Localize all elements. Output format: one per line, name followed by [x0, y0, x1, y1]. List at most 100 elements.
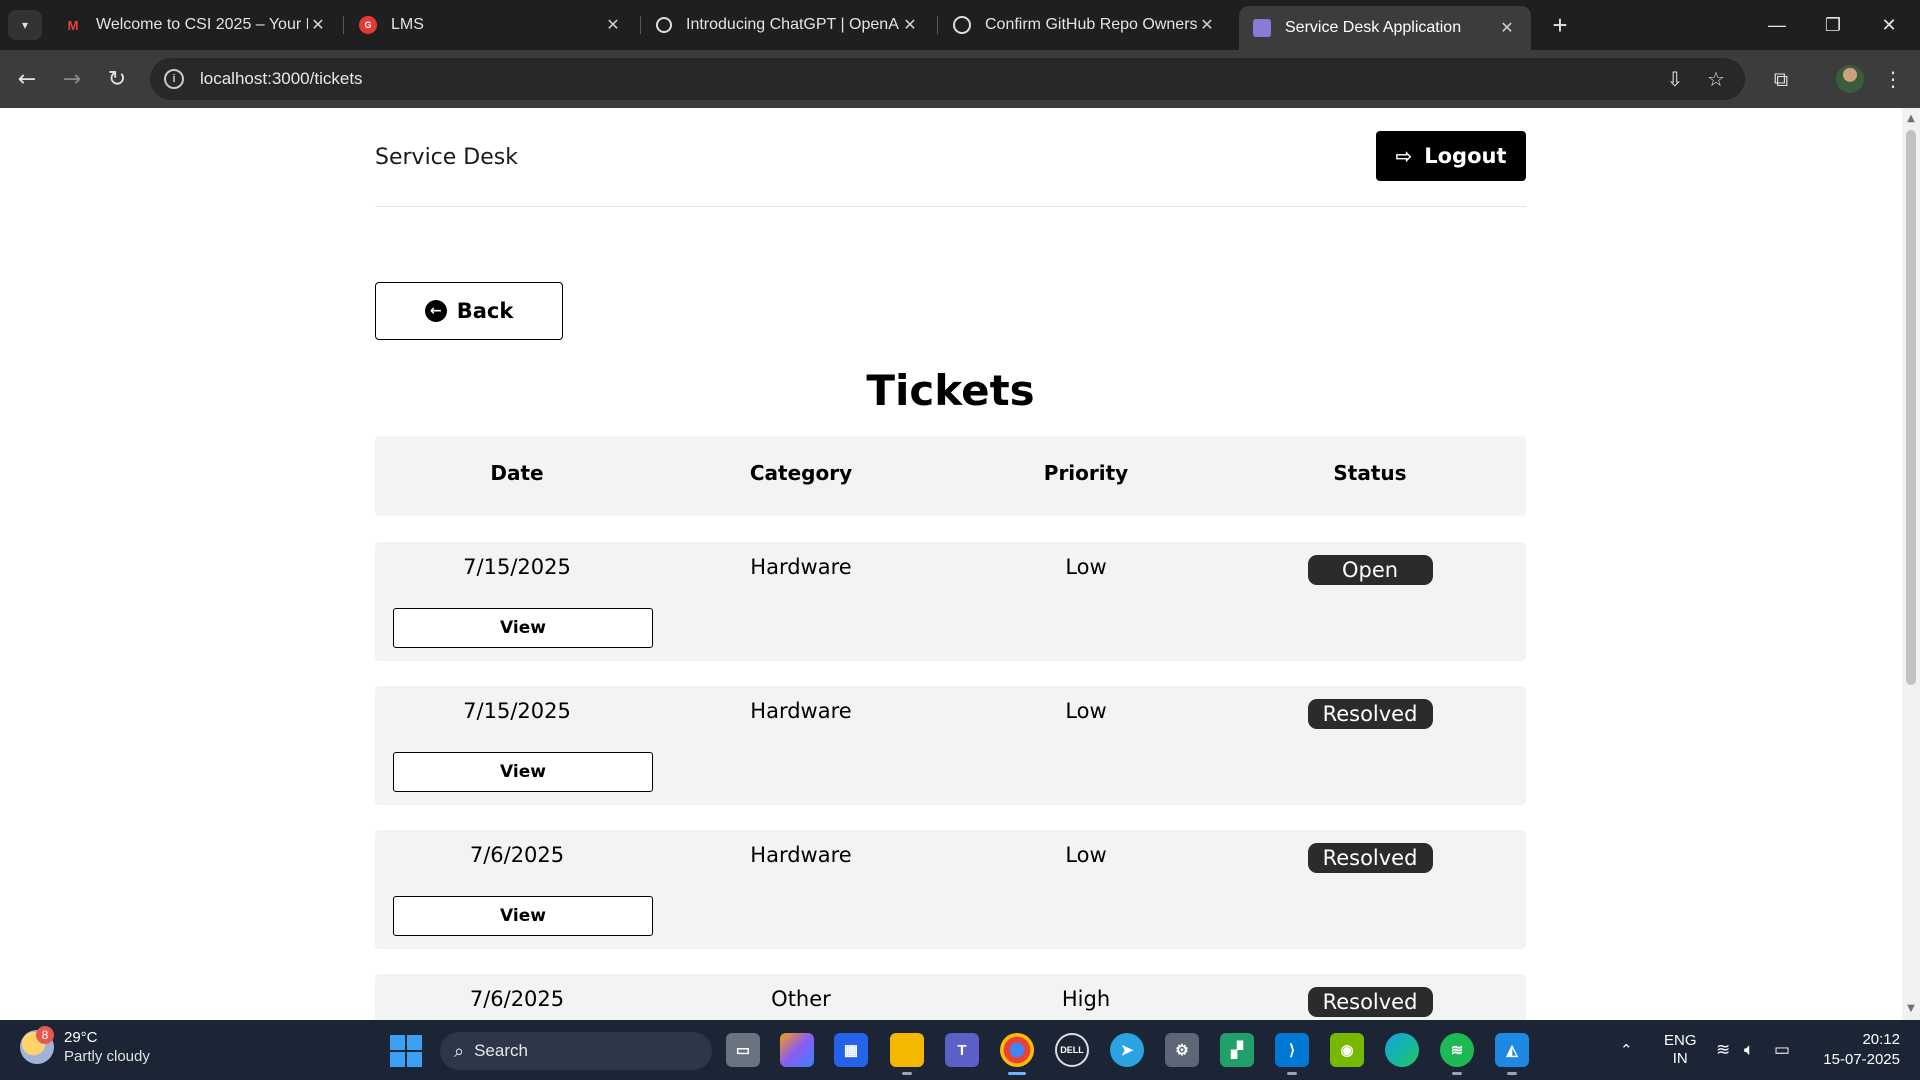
close-icon[interactable]: ✕ [900, 15, 920, 35]
profile-avatar[interactable] [1836, 65, 1864, 93]
system-clock[interactable]: 20:12 15-07-2025 [1800, 1030, 1900, 1070]
page-viewport: Service Desk ⇨ Logout ← Back Tickets Dat… [0, 108, 1902, 1020]
close-icon[interactable]: ✕ [1197, 15, 1217, 35]
file-explorer-icon[interactable] [890, 1033, 924, 1075]
ticket-row: 7/15/2025 Hardware Low Resolved View [375, 686, 1526, 805]
forward-arrow-icon[interactable]: → [55, 62, 89, 96]
column-header-date: Date [490, 461, 544, 485]
spotify-icon[interactable]: ≋ [1440, 1033, 1474, 1075]
tab-service-desk[interactable]: Service Desk Application ✕ [1239, 6, 1531, 50]
lms-icon: G [359, 16, 377, 34]
browser-toolbar: ← → ↻ i localhost:3000/tickets ⇩ ☆ ⧉ ⋮ [0, 50, 1920, 108]
tab-title: Welcome to CSI 2025 – Your LMS [96, 16, 308, 33]
scrollbar-thumb[interactable] [1906, 130, 1916, 685]
telegram-icon[interactable]: ➤ [1110, 1033, 1144, 1067]
view-ticket-button[interactable]: View [393, 896, 653, 936]
spreadsheet-app-icon[interactable]: ▞ [1220, 1033, 1254, 1067]
wifi-icon[interactable]: ≋ [1716, 1020, 1730, 1080]
restore-button[interactable]: ❐ [1810, 8, 1856, 42]
logout-icon: ⇨ [1395, 144, 1413, 168]
ticket-priority: Low [1065, 555, 1107, 579]
back-arrow-icon[interactable]: ← [10, 62, 44, 96]
close-icon[interactable]: ✕ [1497, 18, 1517, 38]
browser-tab-strip: ▾ M Welcome to CSI 2025 – Your LMS ✕ G L… [0, 0, 1920, 50]
tab-openai[interactable]: Introducing ChatGPT | OpenAI ✕ [642, 6, 934, 44]
clock-date: 15-07-2025 [1823, 1051, 1900, 1068]
gmail-icon: M [67, 17, 79, 33]
teams-icon[interactable]: T [945, 1033, 979, 1067]
search-icon: ⌕ [454, 1040, 465, 1061]
weather-widget[interactable]: 8 29°C Partly cloudy [20, 1026, 150, 1066]
tab-title: LMS [391, 16, 424, 33]
nvidia-icon[interactable]: ◉ [1330, 1033, 1364, 1067]
ticket-priority: Low [1065, 699, 1107, 723]
column-header-status: Status [1333, 461, 1407, 485]
input-language[interactable]: ENG IN [1664, 1020, 1697, 1080]
page-scrollbar[interactable]: ▲ ▼ [1902, 108, 1920, 1020]
vscode-icon[interactable]: ⟩ [1275, 1033, 1309, 1075]
settings-gear-icon[interactable]: ⚙ [1165, 1033, 1199, 1067]
bookmark-star-icon[interactable]: ☆ [1703, 66, 1729, 92]
dell-icon[interactable]: DELL [1055, 1033, 1089, 1067]
scroll-up-arrow-icon[interactable]: ▲ [1906, 114, 1916, 124]
weather-condition: Partly cloudy [64, 1048, 150, 1065]
copilot-icon[interactable] [780, 1033, 814, 1067]
openai-icon [656, 17, 672, 33]
ticket-category: Other [771, 987, 831, 1011]
tab-github[interactable]: Confirm GitHub Repo Ownership ✕ [939, 6, 1231, 44]
taskbar-search[interactable]: ⌕ Search [440, 1032, 712, 1070]
url-text: localhost:3000/tickets [200, 69, 363, 88]
tab-lms[interactable]: G LMS ✕ [345, 6, 637, 44]
ticket-row: 7/15/2025 Hardware Low Open View [375, 542, 1526, 661]
status-badge: Resolved [1307, 699, 1433, 729]
microsoft-store-icon[interactable]: ▦ [834, 1033, 868, 1067]
tab-search-button[interactable]: ▾ [8, 10, 42, 40]
install-app-icon[interactable]: ⇩ [1662, 66, 1688, 92]
language-code: ENG [1664, 1032, 1697, 1049]
show-hidden-icons-chevron-icon[interactable]: ⌃ [1620, 1020, 1633, 1080]
column-header-category: Category [749, 461, 853, 485]
battery-icon[interactable]: ▭ [1774, 1020, 1790, 1080]
tab-title: Confirm GitHub Repo Ownership [985, 16, 1197, 33]
volume-icon[interactable]: 🔈︎ [1744, 1020, 1754, 1080]
windows-taskbar: 8 29°C Partly cloudy ⌕ Search ▭ ▦ T DELL… [0, 1020, 1920, 1080]
view-ticket-button[interactable]: View [393, 608, 653, 648]
tab-title: Introducing ChatGPT | OpenAI [686, 16, 900, 33]
address-bar[interactable]: i localhost:3000/tickets ⇩ ☆ [150, 58, 1745, 100]
github-icon [953, 16, 971, 34]
close-window-button[interactable]: ✕ [1866, 8, 1912, 42]
tickets-table-header: Date Category Priority Status [375, 436, 1526, 516]
tab-gmail[interactable]: M Welcome to CSI 2025 – Your LMS ✕ [50, 6, 342, 44]
app-icon [1253, 19, 1271, 37]
ticket-row: 7/6/2025 Other High Resolved View [375, 974, 1526, 1020]
ticket-status-cell: Resolved [1228, 699, 1512, 729]
edge-icon[interactable] [1385, 1033, 1419, 1067]
minimize-button[interactable]: — [1754, 8, 1800, 42]
ticket-category: Hardware [750, 699, 852, 723]
ticket-date: 7/15/2025 [463, 699, 571, 723]
view-ticket-button[interactable]: View [393, 752, 653, 792]
logout-button[interactable]: ⇨ Logout [1376, 131, 1526, 181]
tab-title: Service Desk Application [1285, 19, 1462, 36]
reload-icon[interactable]: ↻ [100, 62, 134, 96]
scroll-down-arrow-icon[interactable]: ▼ [1906, 1004, 1916, 1014]
site-info-icon[interactable]: i [164, 69, 184, 89]
task-view-icon[interactable]: ▭ [726, 1033, 760, 1067]
ticket-priority: High [1061, 987, 1111, 1011]
back-button[interactable]: ← Back [375, 282, 563, 340]
extensions-icon[interactable]: ⧉ [1764, 62, 1798, 96]
photos-app-icon[interactable]: ◭ [1495, 1033, 1529, 1075]
close-icon[interactable]: ✕ [308, 15, 328, 35]
page-title: Tickets [866, 366, 1035, 415]
ticket-priority: Low [1065, 843, 1107, 867]
chrome-icon[interactable] [1000, 1033, 1034, 1075]
new-tab-button[interactable]: + [1544, 10, 1576, 40]
ticket-status-cell: Resolved [1228, 987, 1512, 1017]
arrow-left-circle-icon: ← [424, 300, 447, 322]
menu-kebab-icon[interactable]: ⋮ [1876, 62, 1910, 96]
close-icon[interactable]: ✕ [603, 15, 623, 35]
notification-badge: 8 [36, 1026, 54, 1044]
clock-time: 20:12 [1862, 1031, 1900, 1048]
windows-start-icon[interactable] [390, 1035, 422, 1067]
brand-title: Service Desk [375, 145, 518, 170]
